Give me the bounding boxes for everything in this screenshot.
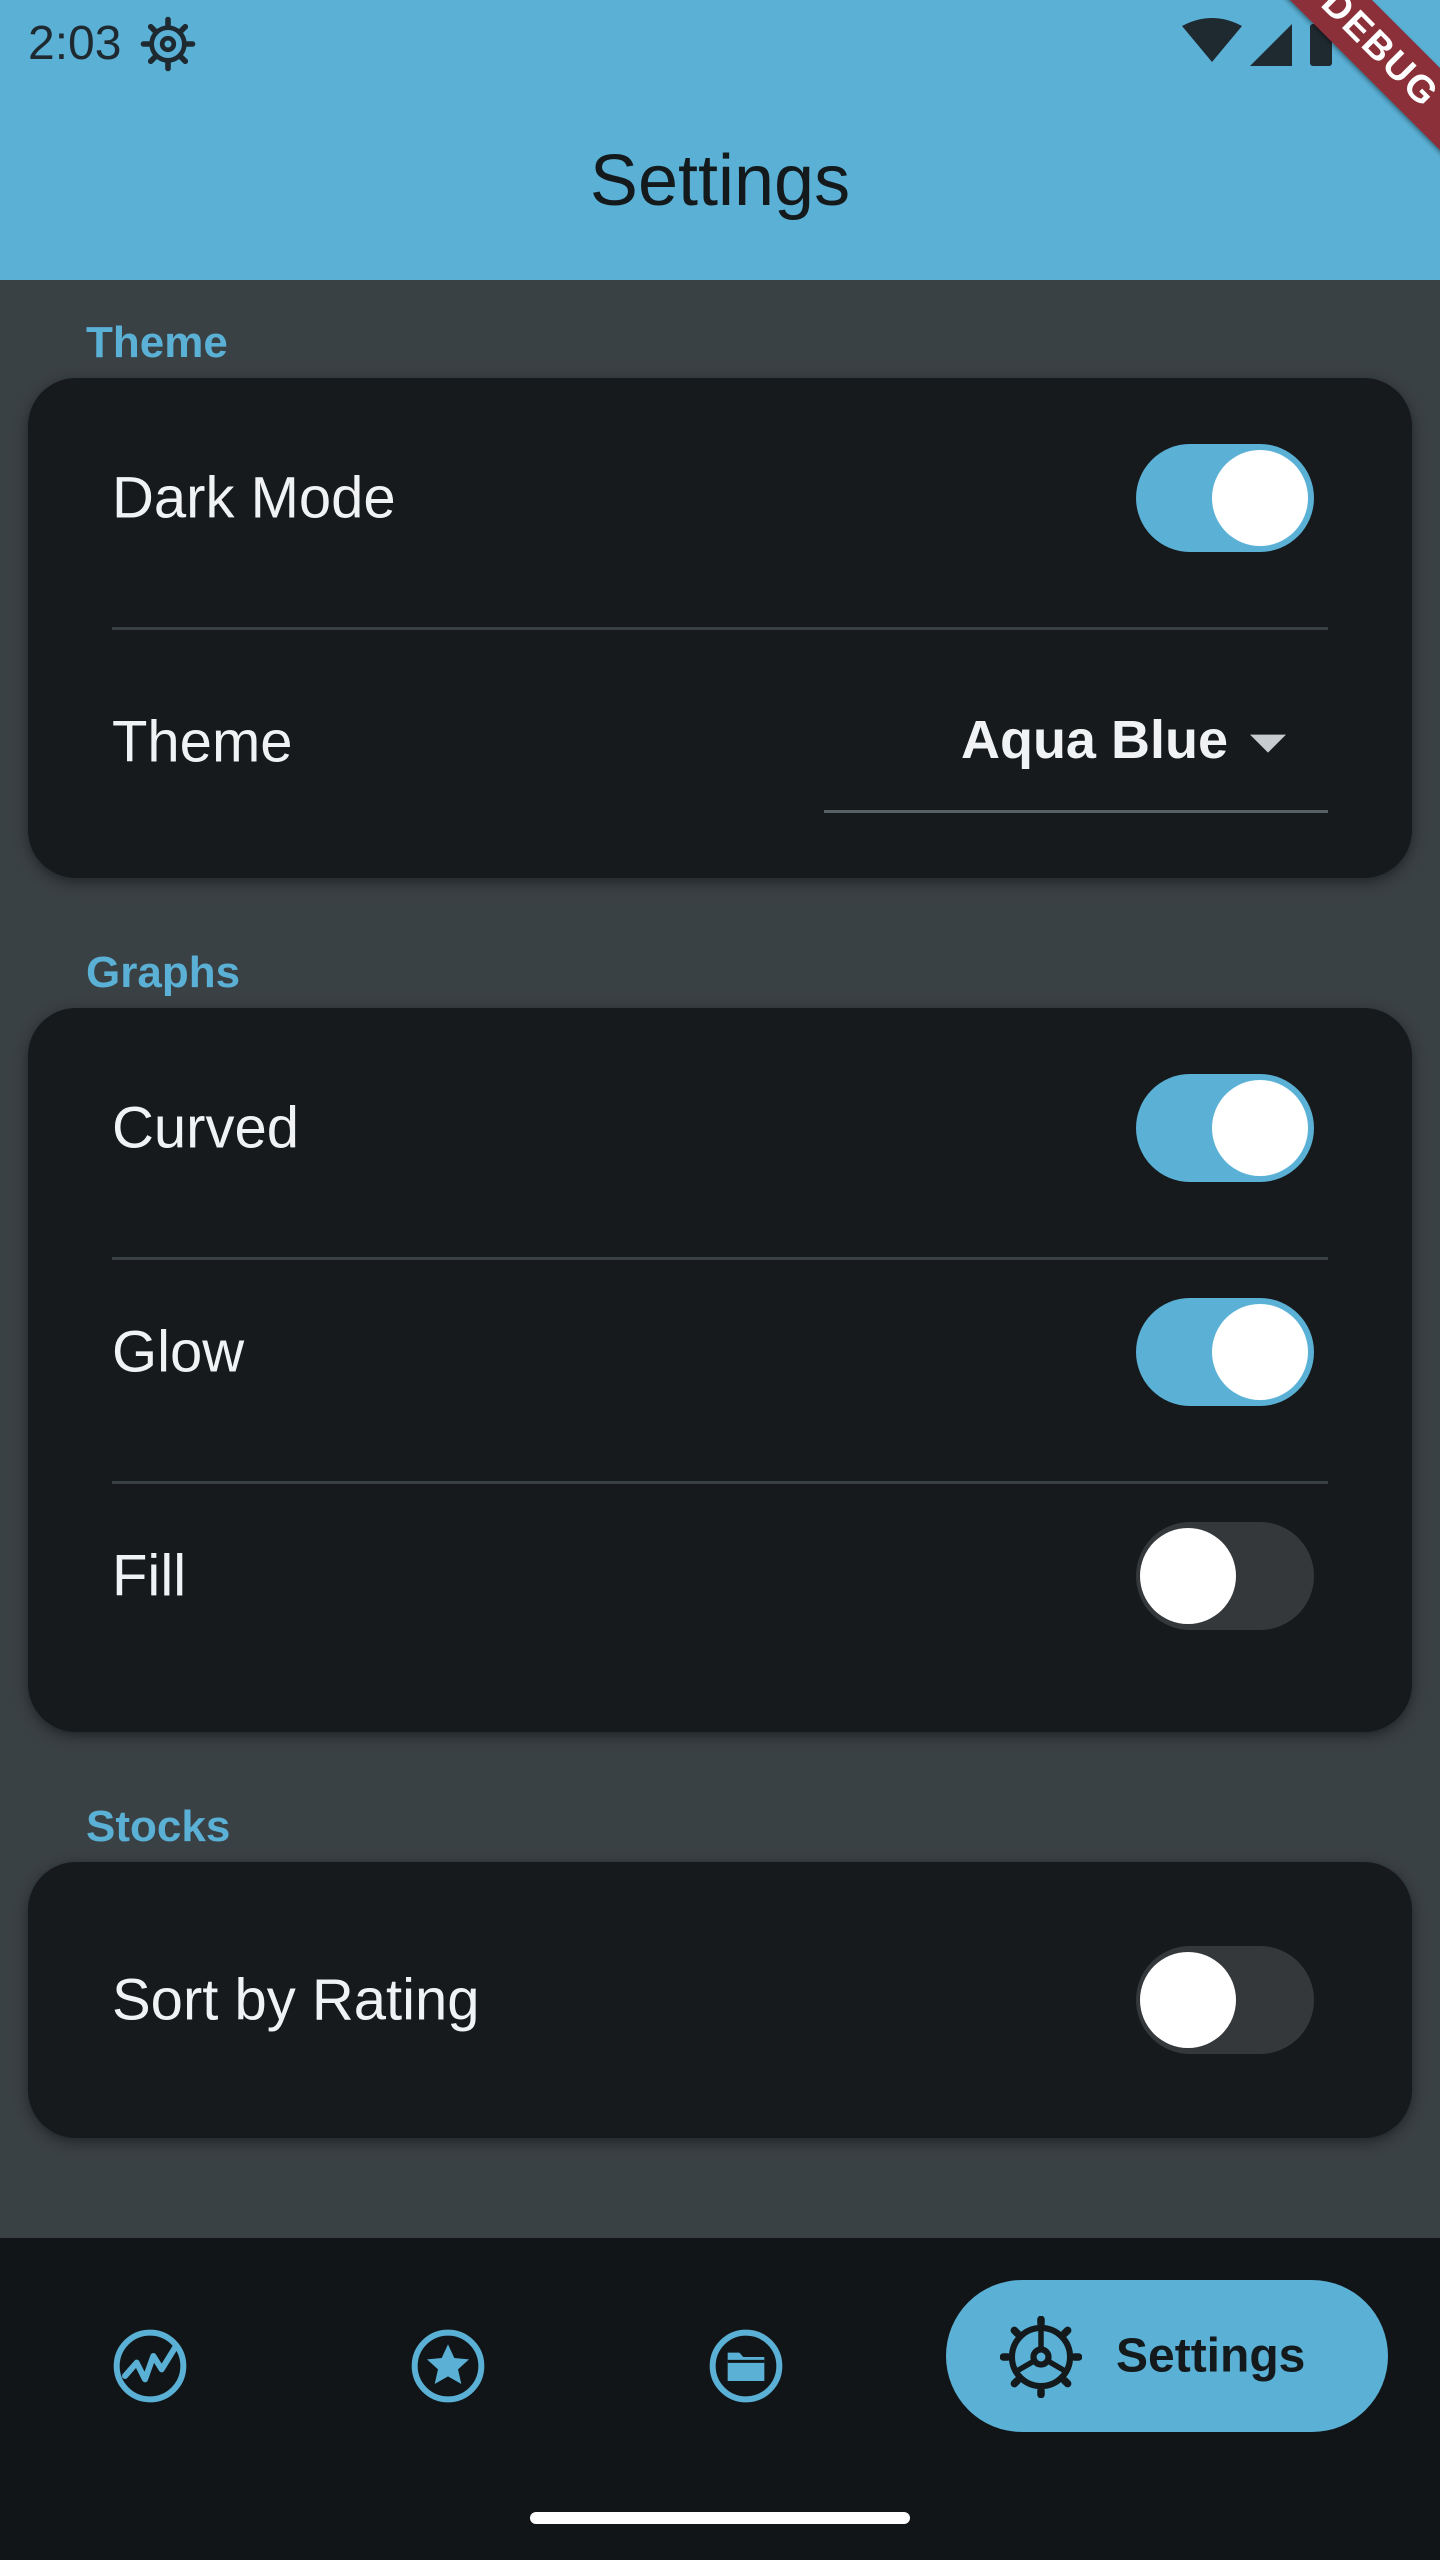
switch-knob [1140, 1952, 1236, 2048]
fill-switch[interactable] [1136, 1522, 1314, 1630]
curved-label: Curved [112, 1095, 299, 1161]
sort-by-rating-row: Sort by Rating [28, 1888, 1412, 2112]
signal-icon [1250, 24, 1292, 66]
curved-row: Curved [28, 1016, 1412, 1240]
nav-settings-label: Settings [1116, 2329, 1306, 2383]
switch-knob [1140, 1528, 1236, 1624]
section-title-graphs: Graphs [86, 948, 241, 997]
status-time: 2:03 [28, 17, 122, 70]
theme-card: Dark Mode Theme Aqua Blue [28, 378, 1412, 878]
theme-row: Theme Aqua Blue [28, 630, 1412, 854]
wifi-icon [1182, 18, 1242, 62]
theme-dropdown-value: Aqua Blue [960, 710, 1228, 770]
stocks-card: Sort by Rating [28, 1862, 1412, 2138]
curved-switch[interactable] [1136, 1074, 1314, 1182]
dark-mode-label: Dark Mode [112, 465, 396, 531]
settings-gear-icon [1000, 2316, 1082, 2398]
dark-mode-switch[interactable] [1136, 444, 1314, 552]
dark-mode-row: Dark Mode [28, 386, 1412, 610]
section-title-stocks: Stocks [86, 1802, 231, 1851]
sort-by-rating-label: Sort by Rating [112, 1967, 480, 2033]
folder-icon[interactable] [706, 2326, 786, 2406]
graphs-card: Curved Glow Fill [28, 1008, 1412, 1732]
dropdown-arrow-icon [1250, 734, 1286, 753]
theme-dropdown[interactable]: Aqua Blue [824, 670, 1328, 813]
glow-switch[interactable] [1136, 1298, 1314, 1406]
bottom-navigation: Settings [0, 2238, 1440, 2478]
fill-row: Fill [28, 1464, 1412, 1688]
settings-gear-icon [140, 16, 196, 72]
switch-knob [1212, 1080, 1308, 1176]
glow-label: Glow [112, 1319, 245, 1385]
glow-row: Glow [28, 1240, 1412, 1464]
switch-knob [1212, 1304, 1308, 1400]
star-icon[interactable] [408, 2326, 488, 2406]
switch-knob [1212, 450, 1308, 546]
section-title-theme: Theme [86, 318, 228, 367]
nav-settings-button[interactable]: Settings [946, 2280, 1388, 2432]
theme-label: Theme [112, 709, 293, 775]
sort-by-rating-switch[interactable] [1136, 1946, 1314, 2054]
app-bar: 2:03 DEBUG Settings [0, 0, 1440, 280]
home-gesture-bar[interactable] [530, 2512, 910, 2524]
chart-icon[interactable] [110, 2326, 190, 2406]
fill-label: Fill [112, 1543, 187, 1609]
page-title: Settings [589, 141, 851, 221]
